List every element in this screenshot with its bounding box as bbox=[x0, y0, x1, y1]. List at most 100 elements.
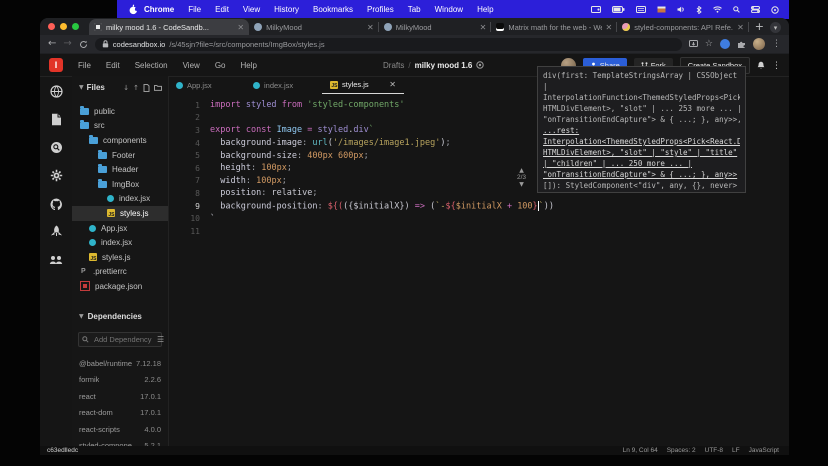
macos-menu-bookmarks[interactable]: Bookmarks bbox=[313, 5, 353, 14]
new-directory-icon[interactable] bbox=[154, 84, 162, 92]
download-icon[interactable]: ↓ bbox=[123, 84, 129, 92]
upload-icon[interactable]: ↑ bbox=[133, 84, 139, 92]
close-tab-icon[interactable]: ✕ bbox=[367, 23, 374, 32]
browser-menu-icon[interactable]: ⋮ bbox=[772, 39, 781, 49]
extensions-puzzle-icon[interactable] bbox=[737, 40, 746, 49]
save-page-icon[interactable] bbox=[689, 40, 698, 48]
statusbar-item[interactable]: UTF-8 bbox=[705, 447, 723, 454]
editor-menu-file[interactable]: File bbox=[78, 61, 91, 70]
reload-button[interactable] bbox=[79, 40, 88, 49]
new-file-icon[interactable] bbox=[143, 84, 150, 92]
sandbox-title[interactable]: milky mood 1.6 bbox=[415, 61, 473, 70]
volume-icon[interactable] bbox=[677, 6, 685, 13]
settings-icon[interactable] bbox=[48, 168, 64, 183]
explorer-icon[interactable] bbox=[48, 112, 64, 127]
file-tree-item[interactable]: package.json bbox=[72, 279, 168, 294]
back-button[interactable]: ← bbox=[48, 39, 56, 49]
browser-tab[interactable]: styled-components: API Refe...✕ bbox=[617, 19, 749, 35]
dependency-menu-icon[interactable]: ☰ bbox=[157, 335, 164, 344]
pager-down-icon[interactable]: ▼ bbox=[519, 181, 524, 188]
file-tree-item[interactable]: index.jsx bbox=[72, 192, 168, 207]
file-tree-item[interactable]: Footer bbox=[72, 148, 168, 163]
siri-icon[interactable] bbox=[771, 6, 779, 14]
forward-button[interactable]: → bbox=[63, 39, 71, 49]
dependency-row[interactable]: @babel/runtime7.12.18 bbox=[72, 355, 168, 372]
control-center-icon[interactable] bbox=[751, 6, 760, 13]
close-window-button[interactable] bbox=[48, 23, 55, 30]
file-tree-item[interactable]: App.jsx bbox=[72, 221, 168, 236]
deployment-icon[interactable] bbox=[48, 224, 64, 239]
tab-search-button[interactable]: ▾ bbox=[770, 22, 781, 33]
browser-tab[interactable]: milky mood 1.6 - CodeSandb...✕ bbox=[89, 19, 249, 35]
macos-menu-file[interactable]: File bbox=[188, 5, 201, 14]
statusbar-item[interactable]: JavaScript bbox=[749, 447, 779, 454]
more-actions-icon[interactable]: ⋮ bbox=[772, 61, 781, 71]
macos-menu-window[interactable]: Window bbox=[435, 5, 463, 14]
bookmark-star-icon[interactable]: ☆ bbox=[705, 39, 713, 49]
code-line[interactable]: 10` bbox=[168, 212, 789, 225]
macos-menu-tab[interactable]: Tab bbox=[408, 5, 421, 14]
browser-profile-avatar[interactable] bbox=[753, 38, 765, 50]
file-tree-item[interactable]: src bbox=[72, 119, 168, 134]
dependencies-header[interactable]: ▼ Dependencies bbox=[72, 312, 168, 321]
dependency-row[interactable]: react-scripts4.0.0 bbox=[72, 421, 168, 438]
file-tree-item[interactable]: Header bbox=[72, 162, 168, 177]
browser-tab[interactable]: MilkyMood✕ bbox=[249, 19, 379, 35]
editor-menu-edit[interactable]: Edit bbox=[106, 61, 120, 70]
file-tree-item[interactable]: components bbox=[72, 133, 168, 148]
statusbar-item[interactable]: Spaces: 2 bbox=[667, 447, 696, 454]
macos-menu-view[interactable]: View bbox=[243, 5, 260, 14]
live-icon[interactable] bbox=[48, 252, 64, 267]
extension-badge-icon[interactable] bbox=[720, 39, 730, 49]
macos-menu-help[interactable]: Help bbox=[477, 5, 493, 14]
editor-menu-go[interactable]: Go bbox=[215, 61, 226, 70]
editor-tab[interactable]: App.jsx bbox=[168, 76, 245, 94]
bluetooth-icon[interactable] bbox=[696, 6, 702, 14]
file-tree-item[interactable]: public bbox=[72, 104, 168, 119]
add-dependency-input[interactable] bbox=[92, 334, 154, 345]
files-section-header[interactable]: ▼ Files ↓ ↑ bbox=[72, 76, 168, 96]
macos-menu-history[interactable]: History bbox=[274, 5, 299, 14]
breadcrumb[interactable]: Drafts / milky mood 1.6 bbox=[383, 54, 484, 76]
apple-menu-icon[interactable] bbox=[129, 4, 138, 15]
pager-up-icon[interactable]: ▲ bbox=[519, 167, 524, 174]
close-editor-tab-icon[interactable]: ✕ bbox=[389, 80, 396, 89]
code-line[interactable]: 9 background-position: ${(({$initialX}) … bbox=[168, 200, 789, 213]
code-line[interactable]: 11 bbox=[168, 225, 789, 238]
editor-menu-view[interactable]: View bbox=[183, 61, 200, 70]
statusbar-item[interactable]: Ln 9, Col 64 bbox=[623, 447, 658, 454]
close-tab-icon[interactable]: ✕ bbox=[606, 23, 613, 32]
project-icon[interactable] bbox=[48, 84, 64, 99]
close-tab-icon[interactable]: ✕ bbox=[737, 23, 744, 32]
keyboard-icon[interactable] bbox=[636, 6, 646, 13]
macos-menu-chrome[interactable]: Chrome bbox=[144, 5, 174, 14]
dependency-row[interactable]: formik2.2.6 bbox=[72, 372, 168, 389]
display-icon[interactable] bbox=[591, 6, 601, 13]
browser-tab[interactable]: Matrix math for the web - We...✕ bbox=[491, 19, 617, 35]
file-tree-item[interactable]: ImgBox bbox=[72, 177, 168, 192]
github-icon[interactable] bbox=[48, 196, 64, 211]
editor-menu-help[interactable]: Help bbox=[240, 61, 256, 70]
file-tree-item[interactable]: styles.js bbox=[72, 250, 168, 265]
browser-tab[interactable]: MilkyMood✕ bbox=[379, 19, 492, 35]
collapse-chevron-icon[interactable]: ▼ bbox=[79, 313, 84, 320]
editor-tab[interactable]: styles.js✕ bbox=[322, 76, 404, 94]
search-icon[interactable] bbox=[48, 140, 64, 155]
file-tree-item[interactable]: .prettierrc bbox=[72, 265, 168, 280]
macos-menu-profiles[interactable]: Profiles bbox=[367, 5, 394, 14]
minimize-window-button[interactable] bbox=[60, 23, 67, 30]
dependency-row[interactable]: react17.0.1 bbox=[72, 388, 168, 405]
wifi-icon[interactable] bbox=[713, 6, 722, 13]
notifications-bell-icon[interactable] bbox=[757, 61, 765, 70]
close-tab-icon[interactable]: ✕ bbox=[237, 23, 244, 32]
address-bar[interactable]: codesandbox.io /s/45sjn?file=/src/compon… bbox=[95, 38, 682, 51]
editor-tab[interactable]: index.jsx bbox=[245, 76, 322, 94]
dependency-row[interactable]: react-dom17.0.1 bbox=[72, 405, 168, 422]
file-tree-item[interactable]: index.jsx bbox=[72, 235, 168, 250]
file-tree-item[interactable]: styles.js bbox=[72, 206, 168, 221]
breadcrumb-folder[interactable]: Drafts bbox=[383, 61, 404, 70]
macos-menu-edit[interactable]: Edit bbox=[215, 5, 229, 14]
battery-icon[interactable] bbox=[612, 6, 625, 13]
input-source-icon[interactable] bbox=[657, 6, 666, 13]
close-tab-icon[interactable]: ✕ bbox=[480, 23, 487, 32]
